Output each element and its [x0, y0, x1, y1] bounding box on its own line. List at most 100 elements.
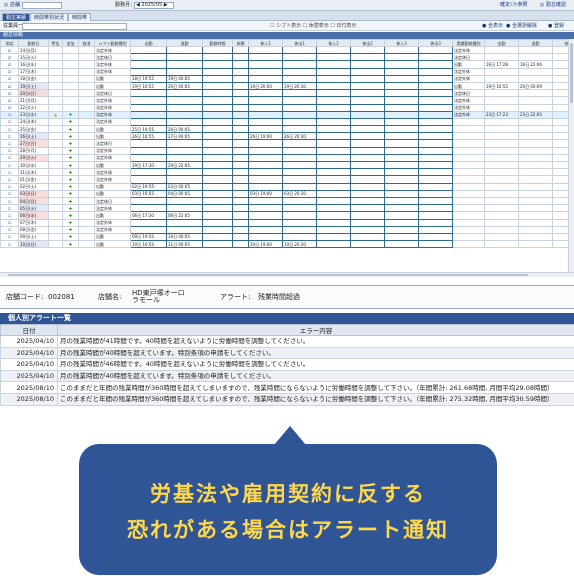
break-in-2-cell[interactable]: [316, 53, 351, 62]
add-icon[interactable]: ✚: [62, 153, 79, 163]
break-in-3-cell[interactable]: [384, 125, 419, 134]
break-in-1-cell[interactable]: [248, 89, 283, 98]
cancel-cell[interactable]: [78, 160, 95, 170]
break-in-1-cell[interactable]: [248, 196, 283, 206]
cancel-cell[interactable]: [78, 232, 95, 242]
break-in-2-cell[interactable]: [316, 96, 351, 105]
break-out-2-cell[interactable]: [350, 182, 385, 191]
cancel-cell[interactable]: [78, 96, 95, 105]
break-out-2-cell[interactable]: [350, 218, 385, 227]
approve-checkbox[interactable]: ☑: [0, 60, 19, 69]
break-out-3-cell[interactable]: [418, 189, 453, 198]
approve-checkbox[interactable]: ☐: [0, 132, 19, 141]
break-out-2-cell[interactable]: [350, 45, 385, 55]
break-out-3-cell[interactable]: [418, 89, 453, 98]
break-out-2-cell[interactable]: [350, 110, 385, 119]
approve-checkbox[interactable]: ☐: [0, 110, 19, 119]
alert-row[interactable]: 2025/04/10 月の残業時間が46時間です。40時間を超えないように労働時間…: [0, 358, 574, 371]
break-out-1-cell[interactable]: [282, 139, 317, 148]
break-in-3-cell[interactable]: [384, 240, 419, 249]
break-out-3-cell[interactable]: [418, 60, 453, 69]
break-out-2-cell[interactable]: [350, 117, 385, 127]
add-icon[interactable]: [62, 81, 79, 91]
break-out-3-cell[interactable]: [418, 175, 453, 184]
break-out-1-cell[interactable]: [282, 182, 317, 191]
break-out-1-cell[interactable]: [282, 53, 317, 62]
break-out-1-cell[interactable]: [282, 60, 317, 69]
approve-checkbox[interactable]: ☐: [0, 240, 19, 249]
break-out-1-cell[interactable]: [282, 160, 317, 170]
break-out-3-cell[interactable]: [418, 45, 453, 55]
add-icon[interactable]: [62, 60, 79, 69]
break-out-1-cell[interactable]: [282, 117, 317, 127]
break-in-2-cell[interactable]: [316, 125, 351, 134]
cancel-cell[interactable]: [78, 81, 95, 91]
break-out-1-cell[interactable]: [282, 67, 317, 76]
break-in-2-cell[interactable]: [316, 182, 351, 191]
break-in-2-cell[interactable]: [316, 211, 351, 220]
break-in-3-cell[interactable]: [384, 146, 419, 155]
break-in-1-cell[interactable]: [248, 204, 283, 213]
add-icon[interactable]: ✚: [62, 146, 79, 155]
add-icon[interactable]: ✚: [62, 211, 79, 220]
approve-checkbox[interactable]: ☑: [0, 89, 19, 98]
break-in-3-cell[interactable]: [384, 89, 419, 98]
break-in-1-cell[interactable]: [248, 67, 283, 76]
approve-checkbox[interactable]: ☑: [0, 103, 19, 112]
break-in-2-cell[interactable]: [316, 81, 351, 91]
break-out-1-cell[interactable]: [282, 175, 317, 184]
break-in-3-cell[interactable]: [384, 53, 419, 62]
break-in-3-cell[interactable]: [384, 153, 419, 163]
cancel-cell[interactable]: [78, 153, 95, 163]
break-in-3-cell[interactable]: [384, 182, 419, 191]
add-icon[interactable]: [62, 96, 79, 105]
add-icon[interactable]: ✚: [62, 218, 79, 227]
tab-attendance-record[interactable]: 勤怠実績: [2, 13, 31, 21]
break-out-1-cell[interactable]: [282, 74, 317, 83]
break-in-1-cell[interactable]: [248, 125, 283, 134]
break-in-3-cell[interactable]: [384, 225, 419, 234]
break-out-3-cell[interactable]: [418, 81, 453, 91]
break-out-1-cell[interactable]: [282, 110, 317, 119]
break-out-1-cell[interactable]: 03日 20:30: [282, 189, 317, 198]
break-in-1-cell[interactable]: 19日 20:00: [248, 81, 283, 91]
cancel-cell[interactable]: [78, 168, 95, 177]
break-in-3-cell[interactable]: [384, 45, 419, 55]
break-out-2-cell[interactable]: [350, 74, 385, 83]
cancel-cell[interactable]: [78, 74, 95, 83]
break-in-1-cell[interactable]: [248, 110, 283, 119]
break-out-2-cell[interactable]: [350, 153, 385, 163]
break-out-2-cell[interactable]: [350, 211, 385, 220]
break-out-2-cell[interactable]: [350, 125, 385, 134]
break-in-2-cell[interactable]: [316, 175, 351, 184]
display-options[interactable]: ☐ シフト表示 ☐ 休憩表示 ☐ 日付表示: [270, 23, 356, 30]
break-out-2-cell[interactable]: [350, 146, 385, 155]
approve-checkbox[interactable]: ☐: [0, 182, 19, 191]
break-in-3-cell[interactable]: [384, 160, 419, 170]
break-out-2-cell[interactable]: [350, 196, 385, 206]
break-in-1-cell[interactable]: 03日 19:00: [248, 189, 283, 198]
break-in-2-cell[interactable]: [316, 139, 351, 148]
break-in-3-cell[interactable]: [384, 110, 419, 119]
break-out-3-cell[interactable]: [418, 211, 453, 220]
show-all-button[interactable]: ● 全表示: [482, 23, 503, 30]
approve-checkbox[interactable]: ☐: [0, 146, 19, 155]
break-out-2-cell[interactable]: [350, 96, 385, 105]
break-out-1-cell[interactable]: [282, 89, 317, 98]
break-in-2-cell[interactable]: [316, 196, 351, 206]
approve-checkbox[interactable]: ☐: [0, 160, 19, 170]
alert-row[interactable]: 2025/04/10 月の残業時間が40時間を超えています。特別条項の申請をしてく…: [0, 369, 574, 383]
break-out-3-cell[interactable]: [418, 196, 453, 206]
alert-row[interactable]: 2025/08/10 このままだと年間の残業時間が360時間を超えてしまいますので…: [0, 392, 574, 406]
add-icon[interactable]: ✚: [62, 189, 79, 198]
cancel-cell[interactable]: [78, 139, 95, 148]
add-icon[interactable]: [62, 103, 79, 112]
break-in-1-cell[interactable]: [248, 96, 283, 105]
cancel-cell[interactable]: [78, 103, 95, 112]
cancel-cell[interactable]: [78, 67, 95, 76]
break-out-1-cell[interactable]: 26日 20:30: [282, 132, 317, 141]
break-in-2-cell[interactable]: [316, 225, 351, 234]
break-out-2-cell[interactable]: [350, 189, 385, 198]
grid-vertical-scrollbar[interactable]: [568, 39, 574, 272]
break-in-2-cell[interactable]: [316, 146, 351, 155]
